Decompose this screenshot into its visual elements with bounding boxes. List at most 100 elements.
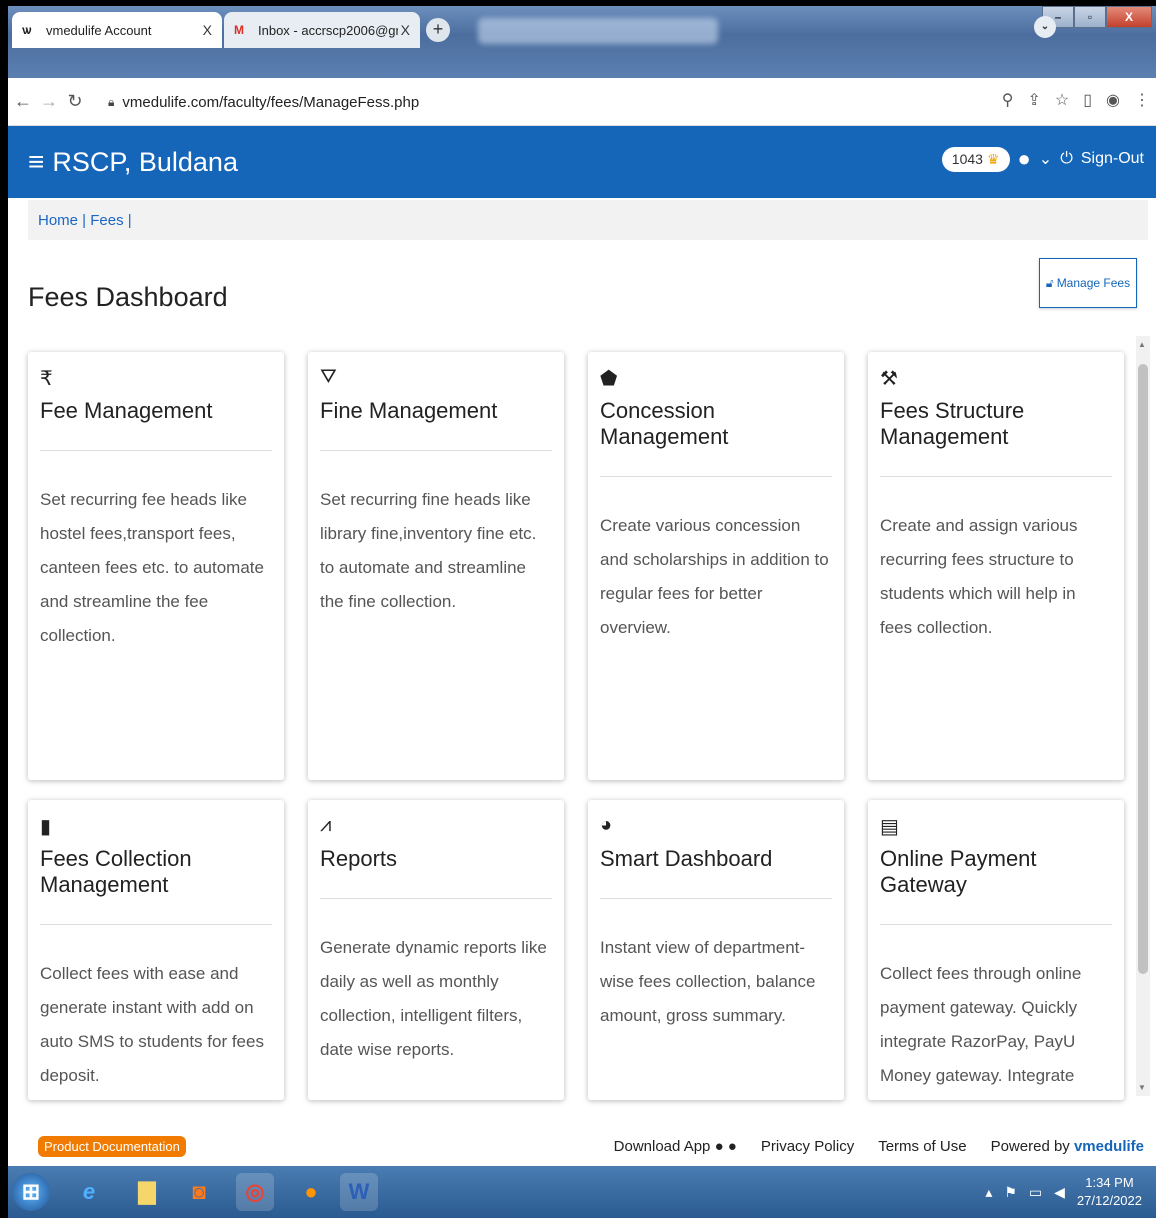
reload-icon[interactable]: ↻ <box>64 91 86 112</box>
card-title: Fees Collection Management <box>40 846 192 897</box>
pie-icon: ◕ <box>600 814 613 836</box>
card-concession-management[interactable]: ⬟ Concession Management Create various c… <box>588 352 844 780</box>
points-badge[interactable]: 1043 ♛ <box>941 146 1010 172</box>
institution-title: RSCP, Buldana <box>52 146 238 177</box>
scroll-down-icon[interactable]: ▼ <box>1138 1083 1146 1092</box>
card-description: Create and assign various recurring fees… <box>880 516 1078 637</box>
tab-close-icon[interactable]: X <box>203 22 212 38</box>
firefox-icon[interactable]: ● <box>292 1173 330 1211</box>
share-icon[interactable]: ⇪ <box>1027 90 1040 110</box>
tag-icon: ⬟ <box>600 368 618 390</box>
card-fees-structure-management[interactable]: ⚒ Fees Structure Management Create and a… <box>868 352 1124 780</box>
page-title: Fees Dashboard <box>28 282 228 312</box>
network-icon[interactable]: ▭ <box>1029 1184 1042 1201</box>
wallet-icon: ▮ <box>40 816 52 838</box>
payment-icon: ▤ <box>880 816 899 838</box>
powered-by-text: Powered by <box>990 1138 1070 1155</box>
lock-icon: 🔒︎ <box>108 94 115 109</box>
card-fees-collection-management[interactable]: ▮ Fees Collection Management Collect fee… <box>28 800 284 1100</box>
close-window-button[interactable]: X <box>1106 6 1152 28</box>
tab-label: Inbox - accrscp2006@gmail.com <box>258 22 398 38</box>
card-divider <box>320 450 552 451</box>
signout-link[interactable]: Sign-Out <box>1081 150 1144 168</box>
start-button-icon[interactable]: ⊞ <box>12 1173 50 1211</box>
manage-fees-label: Manage Fees <box>1056 276 1131 290</box>
wrench-icon: ⚒ <box>880 368 898 390</box>
download-app-label[interactable]: Download App ● ● <box>614 1138 737 1155</box>
media-player-icon[interactable]: ◙ <box>180 1173 218 1211</box>
page-scrollbar[interactable]: ▲ ▼ <box>1136 336 1150 1096</box>
footer-links: Download App ● ● Privacy Policy Terms of… <box>614 1138 1144 1155</box>
apple-icon[interactable]: ● <box>728 1138 737 1155</box>
card-fine-management[interactable]: ⛛ Fine Management Set recurring fine hea… <box>308 352 564 780</box>
card-smart-dashboard[interactable]: ◕ Smart Dashboard Instant view of depart… <box>588 800 844 1100</box>
card-description: Collect fees with ease and generate inst… <box>40 964 264 1085</box>
card-divider <box>880 476 1112 477</box>
bookmark-star-icon[interactable]: ☆ <box>1055 90 1069 110</box>
restore-button[interactable]: ▫ <box>1074 6 1106 28</box>
breadcrumb[interactable]: Home | Fees | <box>28 200 1148 240</box>
volume-icon[interactable]: ◀ <box>1054 1184 1065 1201</box>
terms-link[interactable]: Terms of Use <box>878 1138 966 1155</box>
chart-icon: ⩘ <box>320 814 332 836</box>
system-clock[interactable]: 1:34 PM 27/12/2022 <box>1077 1174 1142 1210</box>
privacy-policy-link[interactable]: Privacy Policy <box>761 1138 854 1155</box>
lock-open-icon: 🔓︎ <box>1045 275 1054 290</box>
page-footer: Product Documentation Download App ● ● P… <box>8 1132 1156 1166</box>
card-title: Fees Structure Management <box>880 398 1025 449</box>
url-text: vmedulife.com/faculty/fees/ManageFess.ph… <box>122 93 420 111</box>
tab-close-icon[interactable]: X <box>401 22 410 38</box>
tab-vmedulife[interactable]: ѡ vmedulife Account X <box>12 12 222 48</box>
sidepanel-icon[interactable]: ▯ <box>1083 90 1092 110</box>
card-description: Instant view of department-wise fees col… <box>600 938 816 1025</box>
card-title: Reports <box>320 846 398 871</box>
card-divider <box>40 450 272 451</box>
brand-link[interactable]: vmedulife <box>1074 1138 1144 1155</box>
window-controls: ⌄ – ▫ X <box>1034 6 1152 38</box>
card-divider <box>880 924 1112 925</box>
action-center-icon[interactable]: ⚑ <box>1004 1184 1017 1201</box>
power-icon: ⏻ <box>1060 150 1073 167</box>
browser-toolbar: ← → ↻ 🔒︎ vmedulife.com/faculty/fees/Mana… <box>8 78 1156 126</box>
card-title: Smart Dashboard <box>600 846 773 871</box>
points-count: 1043 <box>951 151 983 167</box>
scroll-thumb[interactable] <box>1138 364 1148 974</box>
android-icon[interactable]: ● <box>715 1138 724 1155</box>
file-explorer-icon[interactable]: ▇ <box>128 1173 166 1211</box>
tab-gmail[interactable]: M Inbox - accrscp2006@gmail.com X <box>224 12 420 48</box>
trophy-icon: ♛ <box>986 150 1000 167</box>
windows-taskbar: ⊞ e ▇ ◙ ◎ ● W ▴ ⚑ ▭ ◀ 1:34 PM 27/12/2022 <box>8 1166 1156 1218</box>
download-app-text: Download App <box>613 1138 711 1155</box>
menu-kebab-icon[interactable]: ⋮ <box>1134 90 1150 110</box>
internet-explorer-icon[interactable]: e <box>70 1173 108 1211</box>
card-fee-management[interactable]: ₹ Fee Management Set recurring fee heads… <box>28 352 284 780</box>
scroll-up-icon[interactable]: ▲ <box>1138 340 1146 349</box>
app-header: ≡ RSCP, Buldana 1043 ♛ ● ⌄ ⏻ Sign-Out <box>8 126 1156 198</box>
rupee-icon: ₹ <box>40 368 53 390</box>
tab-strip: ѡ vmedulife Account X M Inbox - accrscp2… <box>8 6 1156 78</box>
tab-search-icon[interactable]: ⌄ <box>1034 16 1056 38</box>
card-online-payment-gateway[interactable]: ▤ Online Payment Gateway Collect fees th… <box>868 800 1124 1100</box>
vmedulife-favicon-icon: ѡ <box>22 23 32 37</box>
powered-by: Powered by vmedulife <box>991 1138 1144 1155</box>
zoom-icon[interactable]: ⚲ <box>1002 90 1014 110</box>
hamburger-menu-icon[interactable]: ≡ <box>28 146 44 178</box>
profile-icon[interactable]: ◉ <box>1106 90 1120 110</box>
card-title: Fee Management <box>40 398 213 423</box>
card-description: Set recurring fine heads like library fi… <box>320 490 537 611</box>
card-description: Generate dynamic reports like daily as w… <box>320 938 547 1059</box>
forward-icon[interactable]: → <box>38 91 60 112</box>
back-icon[interactable]: ← <box>12 91 34 112</box>
new-tab-button[interactable]: + <box>426 18 450 42</box>
card-description: Create various concession and scholarshi… <box>600 516 829 637</box>
manage-fees-button[interactable]: 🔓︎ Manage Fees <box>1039 258 1137 308</box>
word-icon[interactable]: W <box>340 1173 378 1211</box>
tray-expand-icon[interactable]: ▴ <box>985 1184 992 1201</box>
card-reports[interactable]: ⩘ Reports Generate dynamic reports like … <box>308 800 564 1100</box>
chevron-down-icon[interactable]: ⌄ <box>1039 149 1052 169</box>
user-avatar-icon[interactable]: ● <box>1018 146 1031 172</box>
chrome-icon[interactable]: ◎ <box>236 1173 274 1211</box>
gmail-favicon-icon: M <box>234 23 244 37</box>
product-documentation-button[interactable]: Product Documentation <box>38 1136 186 1157</box>
address-bar[interactable]: 🔒︎ vmedulife.com/faculty/fees/ManageFess… <box>108 87 988 117</box>
